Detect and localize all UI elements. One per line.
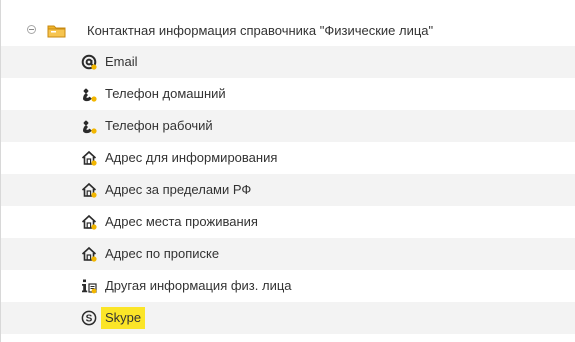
address-house-icon xyxy=(81,182,97,198)
tree-item-label: Адрес места проживания xyxy=(105,214,258,229)
tree-group-label: Контактная информация справочника "Физич… xyxy=(87,23,434,38)
address-house-icon xyxy=(81,214,97,230)
tree-item-foreign-address[interactable]: Адрес за пределами РФ xyxy=(1,174,575,206)
tree-top-strip xyxy=(1,0,575,12)
phone-icon xyxy=(81,86,97,102)
contact-info-tree: Контактная информация справочника "Физич… xyxy=(0,0,575,342)
tree-item-work-phone[interactable]: Телефон рабочий xyxy=(1,110,575,142)
tree-item-other-info[interactable]: Другая информация физ. лица xyxy=(1,270,575,302)
tree-item-label: Email xyxy=(105,54,138,69)
folder-icon xyxy=(47,23,67,38)
email-at-icon xyxy=(81,54,97,70)
tree-item-residence-address[interactable]: Адрес места проживания xyxy=(1,206,575,238)
tree-item-skype[interactable]: S Skype xyxy=(1,302,575,334)
tree-item-label: Телефон домашний xyxy=(105,86,226,101)
address-house-icon xyxy=(81,150,97,166)
skype-icon: S xyxy=(81,310,97,326)
tree-item-label: Телефон рабочий xyxy=(105,118,213,133)
tree-item-home-phone[interactable]: Телефон домашний xyxy=(1,78,575,110)
tree-item-label-selected: Skype xyxy=(101,307,146,329)
svg-text:S: S xyxy=(86,314,93,325)
tree-item-label: Адрес по прописке xyxy=(105,246,220,261)
tree-item-label: Другая информация физ. лица xyxy=(105,278,292,293)
collapse-icon[interactable] xyxy=(27,25,36,34)
tree-item-label: Адрес для информирования xyxy=(105,150,278,165)
tree-item-label: Адрес за пределами РФ xyxy=(105,182,252,197)
tree-item-email[interactable]: Email xyxy=(1,46,575,78)
tree-item-registration-address[interactable]: Адрес по прописке xyxy=(1,238,575,270)
other-info-icon xyxy=(81,278,97,294)
tree-group-row[interactable]: Контактная информация справочника "Физич… xyxy=(1,14,575,46)
address-house-icon xyxy=(81,246,97,262)
phone-icon xyxy=(81,118,97,134)
tree-item-notify-address[interactable]: Адрес для информирования xyxy=(1,142,575,174)
